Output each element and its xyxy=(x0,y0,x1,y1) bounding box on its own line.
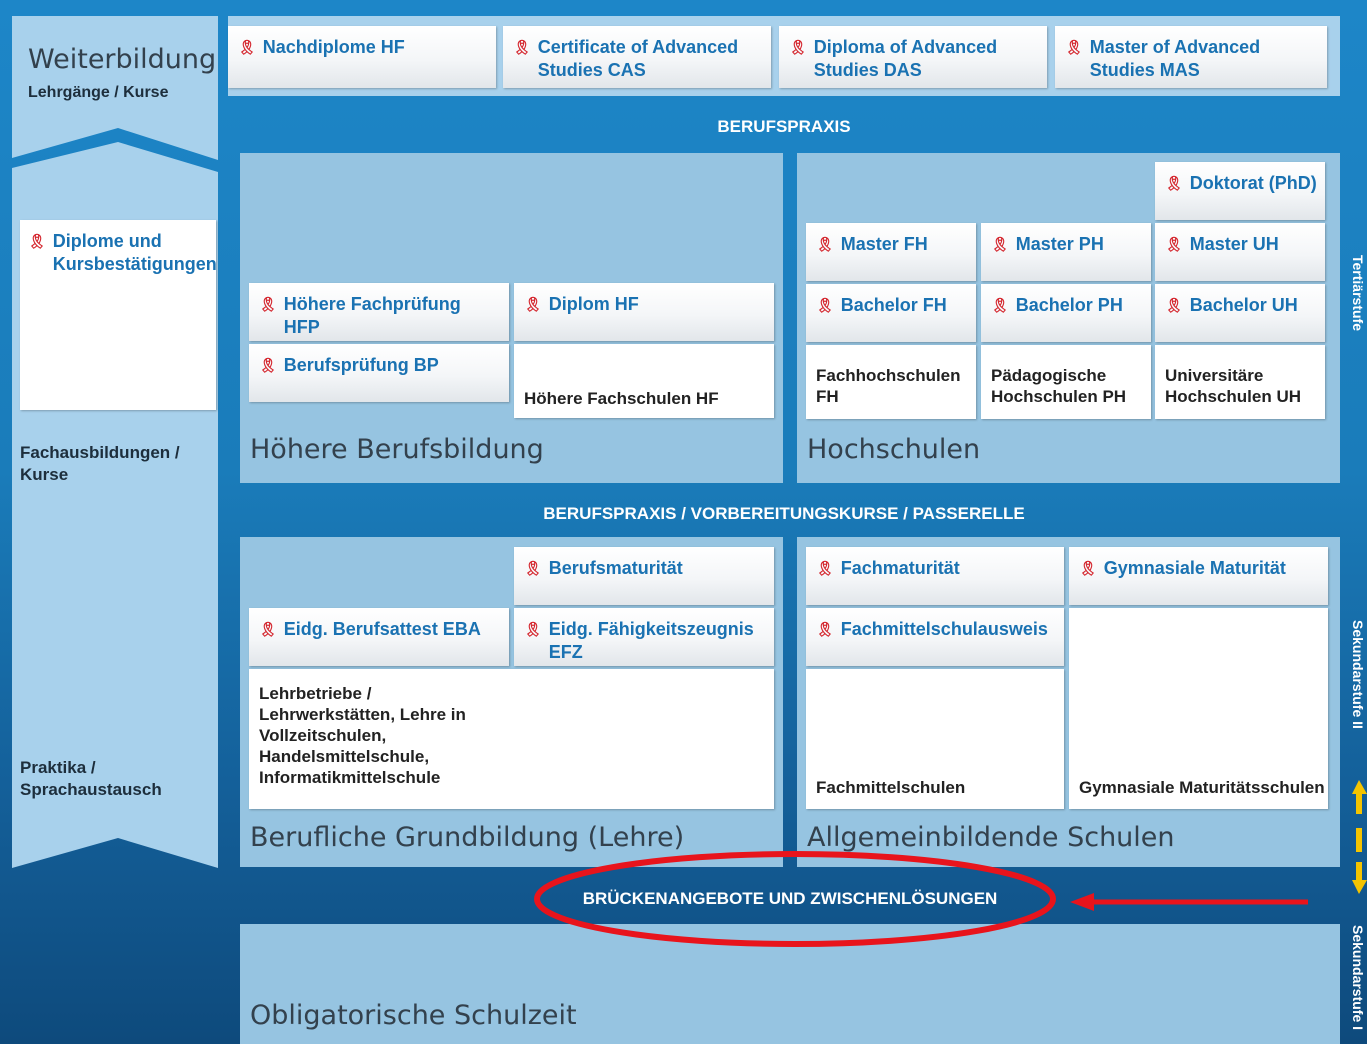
highlight-annotation xyxy=(534,851,1308,947)
highlight-arrowhead xyxy=(1070,893,1094,911)
highlight-ellipse xyxy=(534,851,1056,947)
